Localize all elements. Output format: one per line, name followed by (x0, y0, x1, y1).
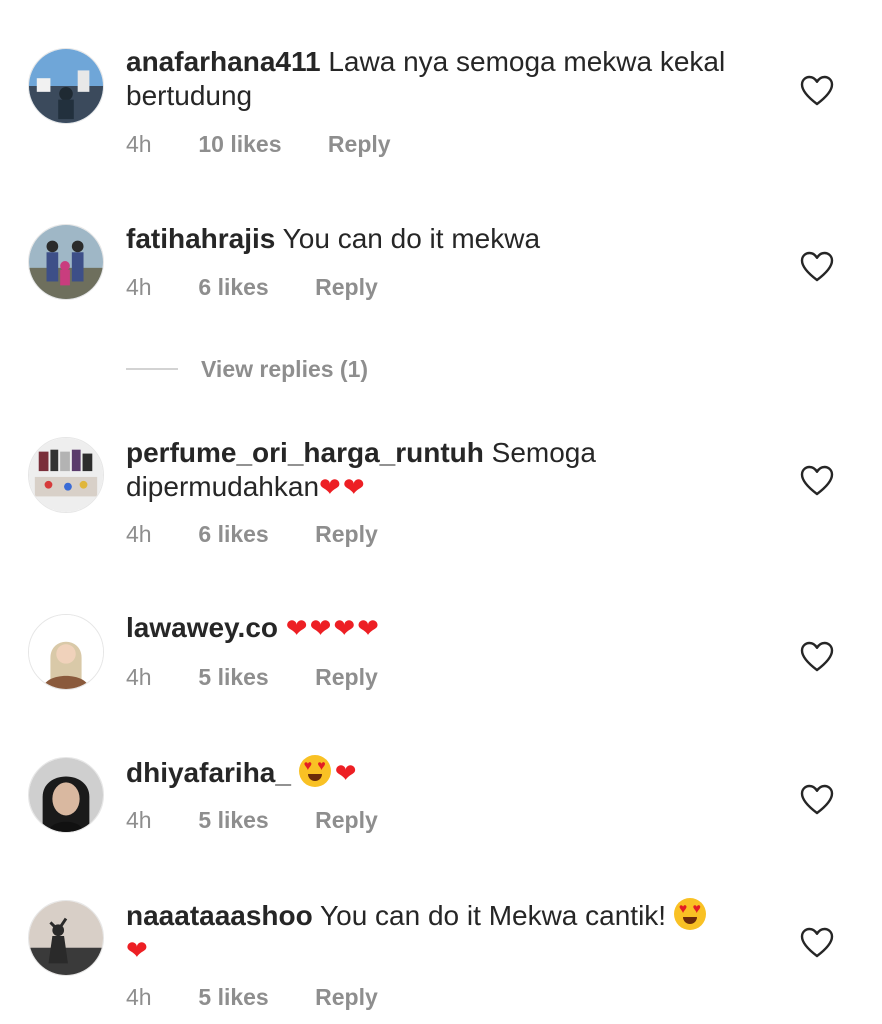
heart-eyes-emoji (673, 898, 706, 930)
view-replies-button[interactable]: View replies (1) (126, 354, 526, 384)
comment-text: You can do it Mekwa cantik! (320, 900, 667, 931)
comment-time: 4h (126, 807, 152, 833)
avatar[interactable] (28, 48, 104, 124)
comment-likes[interactable]: 5 likes (198, 983, 268, 1011)
reply-button[interactable]: Reply (315, 983, 378, 1011)
comment-meta: 4h 6 likes Reply (126, 520, 378, 548)
comment-meta: 4h 6 likes Reply (126, 273, 378, 301)
comment-likes[interactable]: 5 likes (198, 806, 268, 834)
view-replies-label: View replies (1) (201, 356, 369, 382)
red-heart-emoji: ❤ (334, 759, 359, 789)
heart-outline-icon[interactable] (800, 465, 834, 497)
comment-likes[interactable]: 6 likes (198, 520, 268, 548)
heart-outline-icon[interactable] (800, 927, 834, 959)
avatar[interactable] (28, 224, 104, 300)
avatar[interactable] (28, 614, 104, 690)
comment-likes[interactable]: 10 likes (198, 130, 281, 158)
comment-meta: 4h 5 likes Reply (126, 663, 378, 691)
divider-line (126, 368, 178, 370)
heart-eyes-emoji (298, 755, 331, 787)
comment-meta: 4h 5 likes Reply (126, 806, 378, 834)
comment-text-block: perfume_ori_harga_runtuh Semoga dipermud… (126, 436, 776, 505)
comment-text-block: fatihahrajis You can do it mekwa (126, 222, 776, 256)
comment-time: 4h (126, 984, 152, 1010)
comment-likes[interactable]: 6 likes (198, 273, 268, 301)
reply-button[interactable]: Reply (315, 806, 378, 834)
avatar[interactable] (28, 757, 104, 833)
reply-button[interactable]: Reply (315, 273, 378, 301)
comment-text-block: naaataaashoo You can do it Mekwa cantik!… (126, 898, 776, 968)
red-heart-emoji: ❤❤ (319, 473, 367, 503)
avatar[interactable] (28, 900, 104, 976)
comment-text-block: lawawey.co ❤❤❤❤ (126, 611, 776, 646)
reply-button[interactable]: Reply (315, 520, 378, 548)
comment-time: 4h (126, 664, 152, 690)
comment-username[interactable]: perfume_ori_harga_runtuh (126, 437, 484, 468)
heart-outline-icon[interactable] (800, 75, 834, 107)
comment-time: 4h (126, 131, 152, 157)
red-heart-emoji: ❤ (126, 936, 150, 966)
comment-time: 4h (126, 521, 152, 547)
reply-button[interactable]: Reply (328, 130, 391, 158)
heart-outline-icon[interactable] (800, 641, 834, 673)
heart-outline-icon[interactable] (800, 784, 834, 816)
comment-text: You can do it mekwa (282, 223, 541, 254)
comment-meta: 4h 5 likes Reply (126, 983, 378, 1011)
reply-button[interactable]: Reply (315, 663, 378, 691)
avatar[interactable] (28, 437, 104, 513)
comment-username[interactable]: naaataaashoo (126, 900, 313, 931)
comment-username[interactable]: dhiyafariha_ (126, 757, 291, 788)
comment-text-block: anafarhana411 Lawa nya semoga mekwa keka… (126, 45, 776, 113)
comment-username[interactable]: lawawey.co (126, 612, 278, 643)
comment-meta: 4h 10 likes Reply (126, 130, 391, 158)
red-heart-emoji: ❤❤❤❤ (285, 614, 381, 644)
heart-outline-icon[interactable] (800, 251, 834, 283)
comment-username[interactable]: anafarhana411 (126, 46, 321, 77)
comment-text-block: dhiyafariha_ ❤ (126, 755, 776, 791)
comment-likes[interactable]: 5 likes (198, 663, 268, 691)
comment-username[interactable]: fatihahrajis (126, 223, 275, 254)
comment-time: 4h (126, 274, 152, 300)
